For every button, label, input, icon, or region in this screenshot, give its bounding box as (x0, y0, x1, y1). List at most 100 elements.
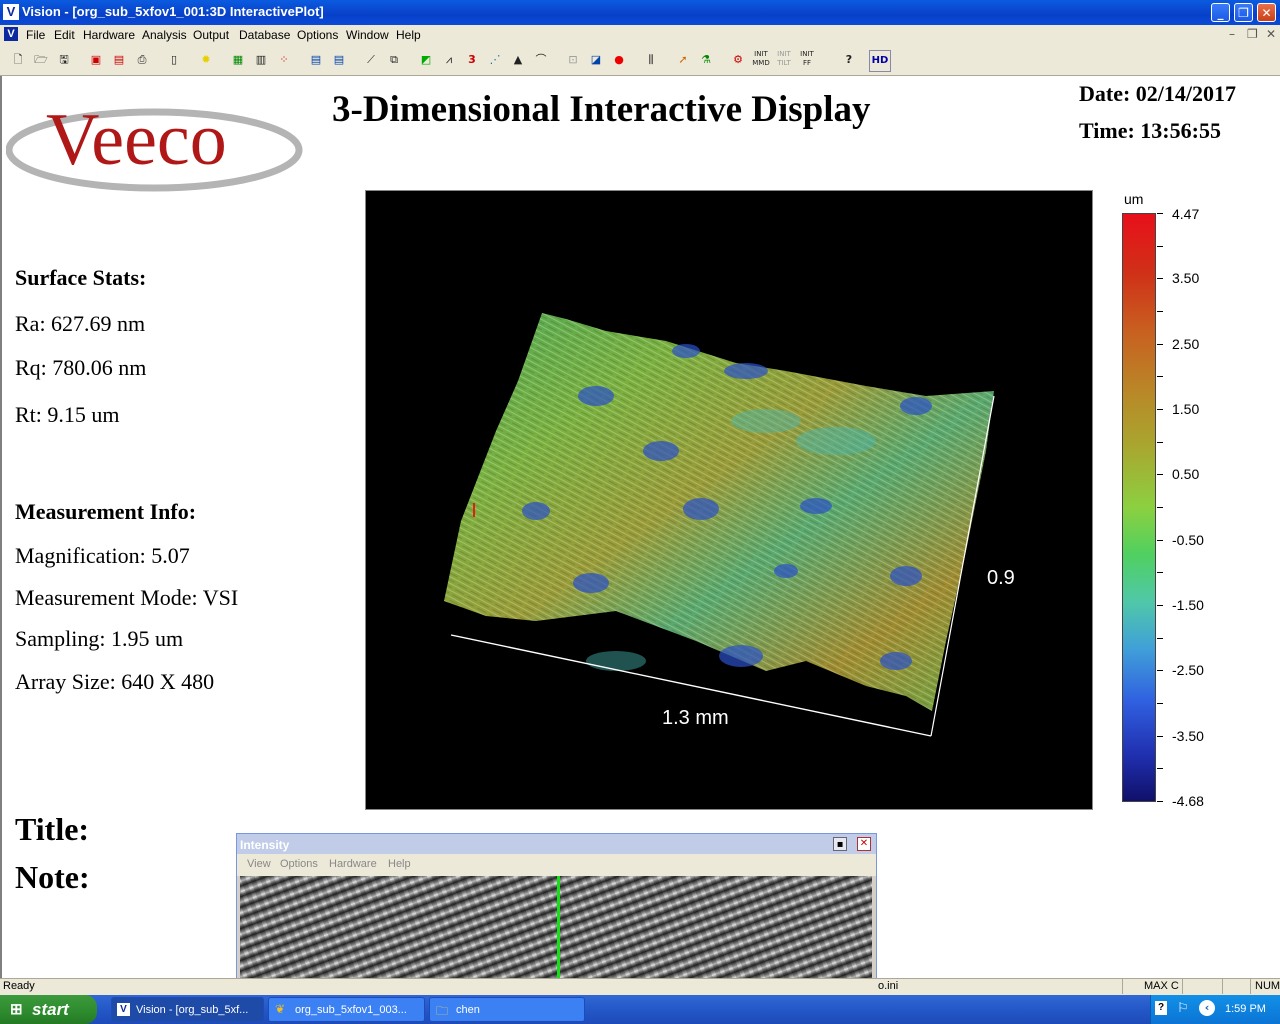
scale-tick-label: 4.47 (1172, 206, 1200, 222)
menu-options[interactable]: Options (297, 28, 338, 42)
rq-value: Rq: 780.06 nm (15, 355, 147, 380)
curve-icon[interactable]: ⌒ (531, 50, 551, 70)
intensity-title-bar[interactable]: Intensity ▪ ✕ (237, 834, 876, 854)
scale-tick-mark (1157, 605, 1163, 606)
data-icon[interactable]: ▥ (251, 50, 271, 70)
intensity-menu-hardware[interactable]: Hardware (329, 858, 377, 870)
new-icon[interactable]: 🗋 (8, 50, 28, 70)
app-icon[interactable]: V (3, 4, 19, 20)
status-max: MAX C (1144, 980, 1179, 992)
init-mmd-icon[interactable]: INIT MMD (751, 50, 771, 70)
image-icon[interactable]: ◩ (416, 50, 436, 70)
status-num: NUM (1255, 980, 1280, 992)
scale-tick-label: 1.50 (1172, 401, 1200, 417)
peak-icon[interactable]: ▲ (508, 50, 528, 70)
scale-tick-label: -3.50 (1172, 728, 1204, 744)
status-bar: Ready o.ini MAX C NUM (0, 978, 1280, 995)
tilt-icon[interactable]: ◪ (586, 50, 606, 70)
start-button[interactable]: ⊞ start (0, 995, 97, 1024)
intensity-menu-bar: View Options Hardware Help (237, 854, 876, 876)
menu-file[interactable]: File (26, 28, 45, 42)
status-panel (1250, 979, 1251, 994)
restore-button[interactable]: ❐ (1234, 3, 1253, 22)
folder-icon: 🗀 (436, 1004, 449, 1018)
measure-icon[interactable]: ⟋ (361, 50, 381, 70)
print-icon[interactable]: ⎙ (132, 50, 152, 70)
cursor-icon[interactable]: ➚ (673, 50, 693, 70)
print-setup-icon[interactable]: ▣ (86, 50, 106, 70)
title-bar: V Vision - [org_sub_5xfov1_001:3D Intera… (0, 0, 1280, 25)
scale-tick-mark (1157, 572, 1163, 573)
contour-icon[interactable]: ▤ (306, 50, 326, 70)
doc-minimize-icon[interactable]: – (1229, 27, 1235, 41)
init-icon[interactable]: ⚙ (728, 50, 748, 70)
mask-icon[interactable]: ⊡ (563, 50, 583, 70)
plot-icon[interactable]: ⚗ (696, 50, 716, 70)
magnification-value: Magnification: 5.07 (15, 543, 190, 568)
array-size-value: Array Size: 640 X 480 (15, 669, 215, 694)
scale-tick-mark (1157, 213, 1163, 214)
intensity-menu-help[interactable]: Help (388, 858, 411, 870)
histogram-icon[interactable]: ⩘ (439, 50, 459, 70)
hd-icon[interactable]: HD (869, 50, 891, 72)
save-icon[interactable]: 🖫 (54, 50, 74, 70)
scale-tick-mark (1157, 801, 1163, 802)
3d-icon[interactable]: 3 (462, 50, 482, 70)
intensity-title: Intensity (240, 838, 290, 852)
report-icon[interactable]: ▤ (109, 50, 129, 70)
title-label: Title: (15, 811, 90, 847)
init-tilt-icon[interactable]: INIT TILT (774, 50, 794, 70)
menu-hardware[interactable]: Hardware (83, 28, 135, 42)
help-icon[interactable]: ? (839, 50, 859, 70)
profile-icon[interactable]: ▤ (329, 50, 349, 70)
intensity-cursor-line[interactable] (557, 876, 560, 994)
scale-tick-mark (1157, 703, 1163, 704)
taskbar-item-vision[interactable]: V Vision - [org_sub_5xf... (111, 997, 264, 1022)
copy-icon[interactable]: ⧉ (384, 50, 404, 70)
menu-output[interactable]: Output (193, 28, 229, 42)
doc-restore-icon[interactable]: ❐ (1247, 27, 1258, 41)
intensity-menu-view[interactable]: View (247, 858, 271, 870)
time-label: Time: 13:56:55 (1079, 118, 1221, 143)
brand-text: Veeco (46, 99, 227, 181)
close-button[interactable]: ✕ (1257, 3, 1276, 22)
scale-tick-mark (1157, 540, 1163, 541)
document-icon[interactable]: V (4, 27, 18, 41)
stitch-icon[interactable]: ⋰ (485, 50, 505, 70)
scale-tick-mark (1157, 376, 1163, 377)
menu-analysis[interactable]: Analysis (142, 28, 187, 42)
minimize-button[interactable]: _ (1211, 3, 1230, 22)
scale-tick-mark (1157, 246, 1163, 247)
scale-tick-mark (1157, 670, 1163, 671)
status-panel (1222, 979, 1223, 994)
help-tray-icon[interactable]: ? (1155, 1001, 1167, 1015)
rt-value: Rt: 9.15 um (15, 402, 120, 427)
3d-surface-plot[interactable]: 1.3 mm 0.9 (365, 190, 1093, 810)
network-icon[interactable]: ⚐ (1177, 1000, 1189, 1016)
menu-help[interactable]: Help (396, 28, 421, 42)
x-axis-label: 1.3 mm (662, 707, 729, 729)
init-ff-icon[interactable]: INIT FF (797, 50, 817, 70)
scale-tick-label: -0.50 (1172, 532, 1204, 548)
color-map-icon[interactable]: ▦ (228, 50, 248, 70)
doc-close-icon[interactable]: ✕ (1266, 27, 1276, 41)
menu-window[interactable]: Window (346, 28, 389, 42)
intensity-close-icon[interactable]: ✕ (857, 837, 871, 851)
filter-icon[interactable]: ⫼ (641, 50, 661, 70)
taskbar-item-org-sub[interactable]: ❦ org_sub_5xfov1_003... (268, 997, 425, 1022)
expand-tray-icon[interactable]: ‹ (1199, 1000, 1215, 1016)
pin-icon[interactable]: ▪ (833, 837, 847, 851)
page-icon[interactable]: ▯ (164, 50, 184, 70)
record-icon[interactable]: ● (609, 50, 629, 70)
menu-edit[interactable]: Edit (54, 28, 75, 42)
open-icon[interactable]: 🗁 (31, 50, 51, 70)
stats-icon[interactable]: ⁘ (274, 50, 294, 70)
intensity-window[interactable]: Intensity ▪ ✕ View Options Hardware Help (236, 833, 877, 995)
light-icon[interactable]: ✹ (196, 50, 216, 70)
intensity-image[interactable] (240, 876, 872, 994)
taskbar-item-chen[interactable]: 🗀 chen (429, 997, 585, 1022)
scale-tick-mark (1157, 442, 1163, 443)
intensity-menu-options[interactable]: Options (280, 858, 318, 870)
vision-app-icon: V (117, 1003, 130, 1016)
menu-database[interactable]: Database (239, 28, 290, 42)
